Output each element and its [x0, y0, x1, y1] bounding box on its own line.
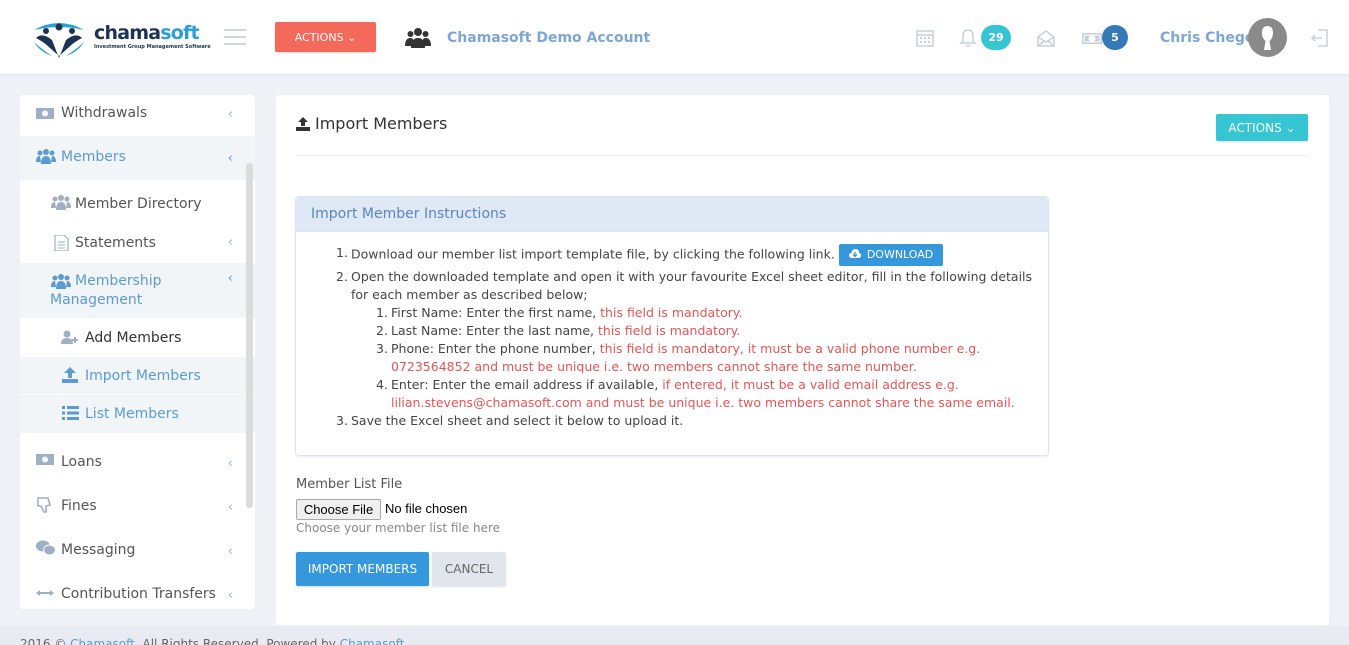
money-icon: [36, 454, 54, 465]
bell-icon[interactable]: [958, 28, 978, 48]
field-phone: 3. Phone: Enter the phone number, this fi…: [376, 341, 981, 374]
chat-bubbles-icon: [36, 540, 56, 556]
sidebar-item-statements[interactable]: Statements ‹: [20, 225, 255, 263]
file-field-label: Member List File: [296, 477, 403, 492]
notifications-badge[interactable]: 29: [981, 25, 1011, 50]
chevron-left-icon: ‹: [227, 544, 233, 559]
user-silhouette-icon: [1262, 26, 1273, 50]
main-panel: Import Members ACTIONS ⌄ Import Member I…: [276, 95, 1329, 625]
page-title: Import Members: [315, 114, 448, 133]
cancel-button[interactable]: CANCEL: [432, 552, 506, 586]
account-name[interactable]: Chamasoft Demo Account: [447, 30, 650, 46]
sidebar-item-import-members[interactable]: Import Members: [20, 357, 255, 395]
upload-icon: [296, 117, 310, 131]
field-first-name: 1. First Name: Enter the first name, this…: [376, 305, 743, 320]
user-name[interactable]: Chris Chege: [1160, 30, 1254, 46]
sidebar-item-messaging[interactable]: Messaging ‹: [20, 528, 255, 572]
instructions-panel: Import Member Instructions 1. Download ou…: [295, 196, 1049, 456]
avatar[interactable]: [1248, 18, 1287, 57]
arrows-horizontal-icon: [36, 590, 54, 596]
chamasoft-logo[interactable]: chamasoft Investment Group Management So…: [30, 18, 211, 58]
chevron-left-icon: ‹: [227, 235, 233, 250]
user-plus-icon: [61, 330, 78, 344]
thumbs-down-icon: [37, 497, 51, 513]
sidebar-item-membership-management[interactable]: Membership Management ‹: [20, 263, 255, 318]
chevron-down-icon: ⌄: [347, 30, 357, 44]
footer-text: 2016 © Chamasoft. All Rights Reserved. P…: [20, 637, 404, 645]
sidebar-item-contribution-transfers[interactable]: Contribution Transfers ‹: [20, 572, 255, 609]
chevron-left-icon: ‹: [227, 500, 233, 515]
field-email: 4. Enter: Enter the email address if avai…: [376, 377, 1015, 410]
users-icon: [51, 195, 71, 210]
sidebar-item-withdrawals[interactable]: Withdrawals ‹: [20, 95, 255, 136]
chevron-left-icon: ‹: [227, 588, 233, 603]
sidebar-item-loans[interactable]: Loans ‹: [20, 440, 255, 484]
document-icon: [54, 235, 69, 251]
chevron-left-icon: ‹: [227, 151, 233, 166]
header-actions-button[interactable]: ACTIONS ⌄: [275, 22, 376, 52]
footer: 2016 © Chamasoft. All Rights Reserved. P…: [0, 626, 1349, 645]
import-members-button[interactable]: IMPORT MEMBERS: [296, 552, 429, 586]
logo-tagline: Investment Group Management Software: [94, 44, 211, 50]
instructions-heading: Import Member Instructions: [296, 197, 1048, 232]
logo-emblem-icon: [34, 23, 84, 58]
sidebar: Withdrawals ‹ Members ‹ Member Directory…: [20, 95, 255, 609]
chevron-left-icon: ‹: [227, 456, 233, 471]
footer-brand-link[interactable]: Chamasoft: [70, 637, 135, 645]
users-icon: [36, 149, 56, 164]
group-users-icon: [405, 28, 431, 48]
list-icon: [62, 406, 79, 420]
chevron-left-icon: ‹: [227, 107, 233, 122]
instruction-step-1: 1. Download our member list import templa…: [336, 244, 1048, 266]
logo-wordmark: chamasoft: [94, 22, 200, 44]
calendar-icon[interactable]: [915, 28, 935, 48]
file-status: No file chosen: [385, 501, 468, 516]
sidebar-scrollbar[interactable]: [246, 163, 253, 508]
instruction-step-2: 2. Open the downloaded template and open …: [336, 268, 1048, 412]
footer-powered-link[interactable]: Chamasoft: [340, 637, 405, 645]
money-icon[interactable]: [1081, 28, 1103, 48]
field-last-name: 2. Last Name: Enter the last name, this f…: [376, 323, 741, 338]
sidebar-item-add-members[interactable]: Add Members: [20, 318, 255, 357]
title-divider: [296, 155, 1308, 156]
top-header: chamasoft Investment Group Management So…: [0, 0, 1349, 75]
chevron-down-icon: ⌄: [1285, 120, 1296, 135]
download-template-button[interactable]: DOWNLOAD: [838, 244, 944, 266]
instruction-step-3: 3. Save the Excel sheet and select it bel…: [336, 413, 684, 428]
page-actions-button[interactable]: ACTIONS ⌄: [1216, 114, 1308, 141]
choose-file-button[interactable]: Choose File: [296, 499, 381, 520]
upload-icon: [62, 367, 78, 383]
sidebar-item-list-members[interactable]: List Members: [20, 395, 255, 433]
sidebar-item-members[interactable]: Members ‹: [20, 136, 255, 180]
sidebar-item-fines[interactable]: Fines ‹: [20, 484, 255, 528]
file-help-text: Choose your member list file here: [296, 521, 500, 535]
sidebar-item-member-directory[interactable]: Member Directory: [20, 184, 255, 222]
chevron-left-icon: ‹: [227, 271, 233, 286]
cloud-download-icon: [848, 249, 861, 258]
money-icon: [36, 108, 54, 119]
payments-badge[interactable]: 5: [1102, 25, 1128, 50]
envelope-open-icon[interactable]: [1036, 28, 1056, 48]
menu-toggle-icon[interactable]: [224, 29, 246, 45]
logout-icon[interactable]: [1310, 28, 1330, 48]
